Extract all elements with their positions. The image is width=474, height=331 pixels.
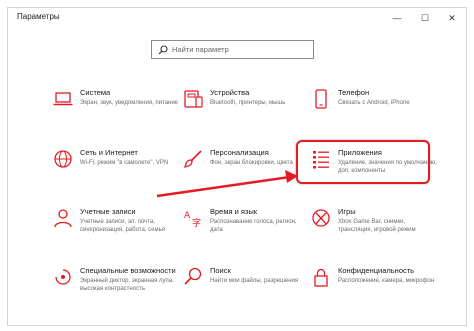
settings-item-devices[interactable]: Устройства Bluetooth, принтеры, мышь: [182, 88, 307, 134]
item-title: Устройства: [210, 88, 250, 97]
title-bar[interactable]: Параметры — ☐ ✕: [8, 8, 466, 28]
laptop-icon: [53, 92, 73, 106]
svg-text:A: A: [184, 211, 191, 221]
item-title: Специальные возможности: [80, 266, 176, 275]
minimize-button[interactable]: —: [383, 8, 411, 28]
item-title: Время и язык: [210, 207, 258, 216]
settings-item-search[interactable]: Поиск Найти мои файлы, разрешения: [182, 266, 307, 312]
item-title: Игры: [338, 207, 356, 216]
settings-item-system[interactable]: Система Экран, звук, уведомления, питани…: [52, 88, 179, 134]
item-description: Учетные записи, эл. почта, синхронизация…: [80, 219, 165, 233]
time-language-icon: A 字: [184, 211, 201, 229]
item-title: Персонализация: [210, 148, 269, 157]
item-title: Учетные записи: [80, 207, 136, 216]
phone-icon: [315, 89, 327, 109]
item-description: Bluetooth, принтеры, мышь: [210, 100, 286, 106]
item-title: Система: [80, 88, 111, 97]
settings-item-gaming[interactable]: Игры Xbox Game Bar, снимки, трансляция, …: [310, 207, 435, 253]
settings-item-privacy[interactable]: Конфиденциальность Расположение, камера,…: [310, 266, 435, 312]
settings-item-personalization[interactable]: Персонализация Фон, экран блокировки, цв…: [182, 148, 307, 194]
person-icon: [54, 209, 72, 228]
search-icon: [184, 267, 202, 285]
item-description: Экранный диктор, экранная лупа, высокая …: [80, 278, 174, 292]
close-button[interactable]: ✕: [438, 8, 466, 28]
item-title: Телефон: [338, 88, 370, 97]
globe-icon: [54, 150, 72, 168]
settings-item-phone[interactable]: Телефон Связать с Android, iPhone: [310, 88, 435, 134]
item-description: Wi-Fi, режим "в самолете", VPN: [80, 160, 169, 166]
devices-icon: [184, 90, 203, 108]
item-description: Найти мои файлы, разрешения: [210, 278, 299, 284]
item-title: Поиск: [210, 266, 231, 275]
settings-item-accounts[interactable]: Учетные записи Учетные записи, эл. почта…: [52, 207, 177, 253]
lock-icon: [314, 268, 328, 287]
maximize-button[interactable]: ☐: [411, 8, 439, 28]
item-description: Связать с Android, iPhone: [338, 100, 410, 106]
apps-highlight-box: [296, 140, 430, 184]
item-description: Xbox Game Bar, снимки, трансляция, игров…: [338, 219, 416, 233]
paintbrush-icon: [184, 150, 202, 168]
item-title: Конфиденциальность: [338, 266, 415, 275]
svg-text:字: 字: [192, 217, 201, 229]
search-placeholder: Найти параметр: [172, 45, 229, 54]
item-description: Экран, звук, уведомления, питание: [80, 100, 179, 106]
xbox-icon: [312, 209, 330, 227]
item-title: Сеть и Интернет: [80, 148, 138, 157]
item-description: Расположение, камера, микрофон: [338, 278, 435, 284]
item-description: Распознавание голоса, регион, дата: [210, 219, 297, 233]
settings-item-accessibility[interactable]: Специальные возможности Экранный диктор,…: [52, 266, 177, 312]
accessibility-icon: [55, 269, 71, 285]
window-title: Параметры: [17, 12, 60, 21]
settings-item-time-language[interactable]: A 字 Время и язык Распознавание голоса, р…: [182, 207, 307, 253]
settings-item-network[interactable]: Сеть и Интернет Wi-Fi, режим "в самолете…: [52, 148, 177, 194]
search-input[interactable]: Найти параметр: [151, 40, 314, 59]
item-description: Фон, экран блокировки, цвета: [210, 160, 293, 166]
search-icon: [158, 45, 168, 55]
